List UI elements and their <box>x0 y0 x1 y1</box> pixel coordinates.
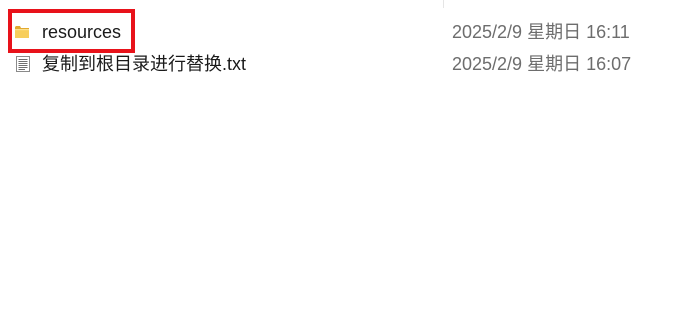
file-list: resources 2025/2/9 星期日 16:11 复制到根目录进行替换.… <box>0 16 696 80</box>
text-file-icon <box>14 55 32 73</box>
file-row-resources[interactable]: resources 2025/2/9 星期日 16:11 <box>0 16 696 48</box>
file-row-txt[interactable]: 复制到根目录进行替换.txt 2025/2/9 星期日 16:07 <box>0 48 696 80</box>
folder-icon <box>14 23 32 41</box>
column-divider[interactable] <box>443 0 444 8</box>
file-date-modified: 2025/2/9 星期日 16:11 <box>452 22 630 42</box>
file-explorer-view: resources 2025/2/9 星期日 16:11 复制到根目录进行替换.… <box>0 0 696 322</box>
file-name: resources <box>42 22 122 42</box>
file-name: 复制到根目录进行替换.txt <box>42 54 247 74</box>
file-date-modified: 2025/2/9 星期日 16:07 <box>452 54 632 74</box>
